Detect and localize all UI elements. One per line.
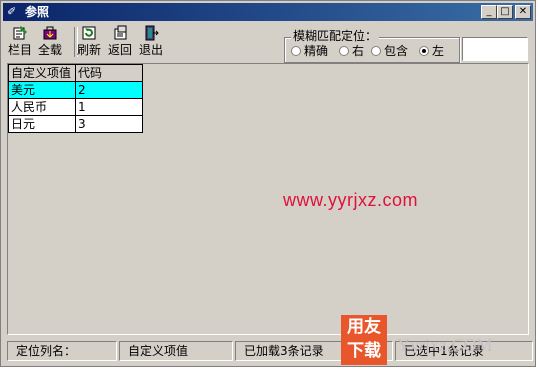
close-button[interactable]: ✕ — [515, 5, 531, 19]
cell-code[interactable]: 2 — [75, 81, 143, 99]
watermark-logo: 用友 下载 — [341, 315, 387, 365]
site-watermark: www.yyrjxz.com — [283, 190, 419, 210]
reference-dialog: ✐ 参照 _ □ ✕ 栏目 全载 刷新 返回 退出 模糊匹配定位： 精确 右 包… — [0, 0, 536, 367]
radio-dot — [291, 46, 301, 56]
radio-dot — [371, 46, 381, 56]
data-table: 自定义项值 代码 美元 2 人民币 1 日元 3 — [8, 64, 143, 133]
exit-door-icon — [145, 25, 159, 41]
table-row[interactable]: 美元 2 — [8, 81, 143, 99]
column-header-value[interactable]: 自定义项值 — [8, 64, 76, 82]
back-button[interactable]: 返回 — [103, 25, 137, 59]
watermark-logo-text: Yyrjxz.COM — [397, 335, 493, 355]
cell-code[interactable]: 1 — [75, 98, 143, 116]
radio-dot — [339, 46, 349, 56]
status-locate-value: 自定义项值 — [119, 341, 233, 361]
radio-left[interactable]: 左 — [419, 44, 444, 58]
header-row: 自定义项值 代码 — [8, 64, 143, 82]
title-bar[interactable]: ✐ 参照 _ □ ✕ — [3, 3, 533, 21]
cell-value[interactable]: 人民币 — [8, 98, 76, 116]
radio-contains[interactable]: 包含 — [371, 44, 408, 58]
maximize-button[interactable]: □ — [497, 5, 513, 19]
exit-button[interactable]: 退出 — [134, 25, 168, 59]
cell-value[interactable]: 美元 — [8, 81, 76, 99]
radio-right[interactable]: 右 — [339, 44, 364, 58]
match-mode-group: 模糊匹配定位： 精确 右 包含 左 — [284, 29, 460, 63]
load-all-button[interactable]: 全载 — [33, 25, 67, 59]
window-title: 参照 — [25, 5, 50, 19]
refresh-button[interactable]: 刷新 — [72, 25, 106, 59]
app-icon: ✐ — [7, 5, 17, 18]
minimize-button[interactable]: _ — [481, 5, 497, 19]
refresh-icon — [82, 26, 96, 40]
radio-exact[interactable]: 精确 — [291, 44, 328, 58]
table-row[interactable]: 人民币 1 — [8, 98, 143, 116]
match-mode-legend: 模糊匹配定位： — [291, 29, 380, 43]
status-locate-label: 定位列名： — [7, 341, 117, 361]
load-all-icon — [43, 26, 57, 40]
locate-search-input[interactable] — [462, 37, 528, 61]
cell-value[interactable]: 日元 — [8, 115, 76, 133]
columns-button[interactable]: 栏目 — [3, 25, 37, 59]
column-header-code[interactable]: 代码 — [75, 64, 143, 82]
reference-grid[interactable]: 自定义项值 代码 美元 2 人民币 1 日元 3 — [7, 63, 529, 335]
cell-code[interactable]: 3 — [75, 115, 143, 133]
radio-dot-selected — [419, 46, 429, 56]
columns-icon — [13, 26, 27, 40]
back-icon — [114, 25, 127, 40]
table-row[interactable]: 日元 3 — [8, 115, 143, 133]
